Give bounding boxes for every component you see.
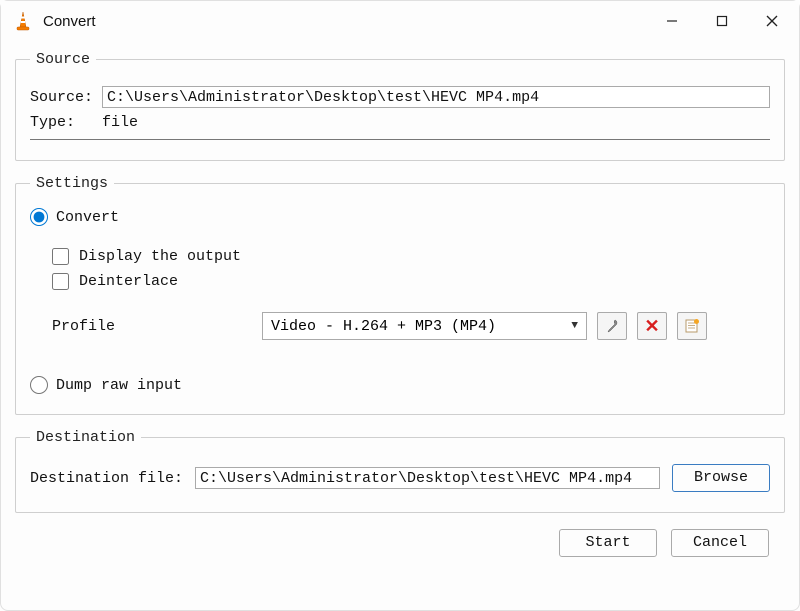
window-controls bbox=[647, 2, 797, 40]
type-row: Type: file bbox=[30, 114, 770, 140]
convert-radio-row: Convert bbox=[30, 208, 770, 226]
new-profile-icon bbox=[684, 318, 700, 334]
settings-legend: Settings bbox=[30, 175, 114, 192]
minimize-button[interactable] bbox=[647, 2, 697, 40]
profile-row: Profile Video - H.264 + MP3 (MP4) ▼ ✕ bbox=[52, 312, 770, 340]
destination-group: Destination Destination file: Browse bbox=[15, 429, 785, 513]
dialog-footer: Start Cancel bbox=[15, 527, 785, 557]
type-value: file bbox=[102, 114, 138, 131]
dump-radio[interactable] bbox=[30, 376, 48, 394]
delete-profile-button[interactable]: ✕ bbox=[637, 312, 667, 340]
cancel-button[interactable]: Cancel bbox=[671, 529, 769, 557]
type-label: Type: bbox=[30, 114, 102, 131]
source-group: Source Source: Type: file bbox=[15, 51, 785, 161]
convert-radio[interactable] bbox=[30, 208, 48, 226]
display-output-checkbox[interactable] bbox=[52, 248, 69, 265]
start-button[interactable]: Start bbox=[559, 529, 657, 557]
dump-radio-label: Dump raw input bbox=[56, 377, 182, 394]
wrench-icon bbox=[604, 318, 620, 334]
source-label: Source: bbox=[30, 89, 102, 106]
window-title: Convert bbox=[43, 13, 647, 30]
source-row: Source: bbox=[30, 86, 770, 108]
deinterlace-checkbox[interactable] bbox=[52, 273, 69, 290]
convert-radio-label: Convert bbox=[56, 209, 119, 226]
new-profile-button[interactable] bbox=[677, 312, 707, 340]
source-legend: Source bbox=[30, 51, 96, 68]
destination-row: Destination file: Browse bbox=[30, 464, 770, 492]
close-button[interactable] bbox=[747, 2, 797, 40]
browse-button[interactable]: Browse bbox=[672, 464, 770, 492]
display-output-label: Display the output bbox=[79, 248, 241, 265]
dump-radio-row: Dump raw input bbox=[30, 376, 770, 394]
profile-label: Profile bbox=[52, 318, 262, 335]
titlebar: Convert bbox=[1, 1, 799, 41]
deinterlace-label: Deinterlace bbox=[79, 273, 178, 290]
convert-options: Display the output Deinterlace bbox=[52, 248, 770, 290]
deinterlace-row: Deinterlace bbox=[52, 273, 770, 290]
chevron-down-icon: ▼ bbox=[571, 320, 578, 332]
destination-legend: Destination bbox=[30, 429, 141, 446]
x-icon: ✕ bbox=[644, 316, 659, 337]
profile-select-value: Video - H.264 + MP3 (MP4) bbox=[271, 318, 496, 335]
maximize-button[interactable] bbox=[697, 2, 747, 40]
profile-select[interactable]: Video - H.264 + MP3 (MP4) ▼ bbox=[262, 312, 587, 340]
vlc-cone-icon bbox=[13, 11, 33, 31]
display-output-row: Display the output bbox=[52, 248, 770, 265]
edit-profile-button[interactable] bbox=[597, 312, 627, 340]
destination-label: Destination file: bbox=[30, 470, 195, 487]
settings-group: Settings Convert Display the output Dein… bbox=[15, 175, 785, 415]
source-input[interactable] bbox=[102, 86, 770, 108]
destination-input[interactable] bbox=[195, 467, 660, 489]
dialog-content: Source Source: Type: file Settings Conve… bbox=[1, 41, 799, 563]
